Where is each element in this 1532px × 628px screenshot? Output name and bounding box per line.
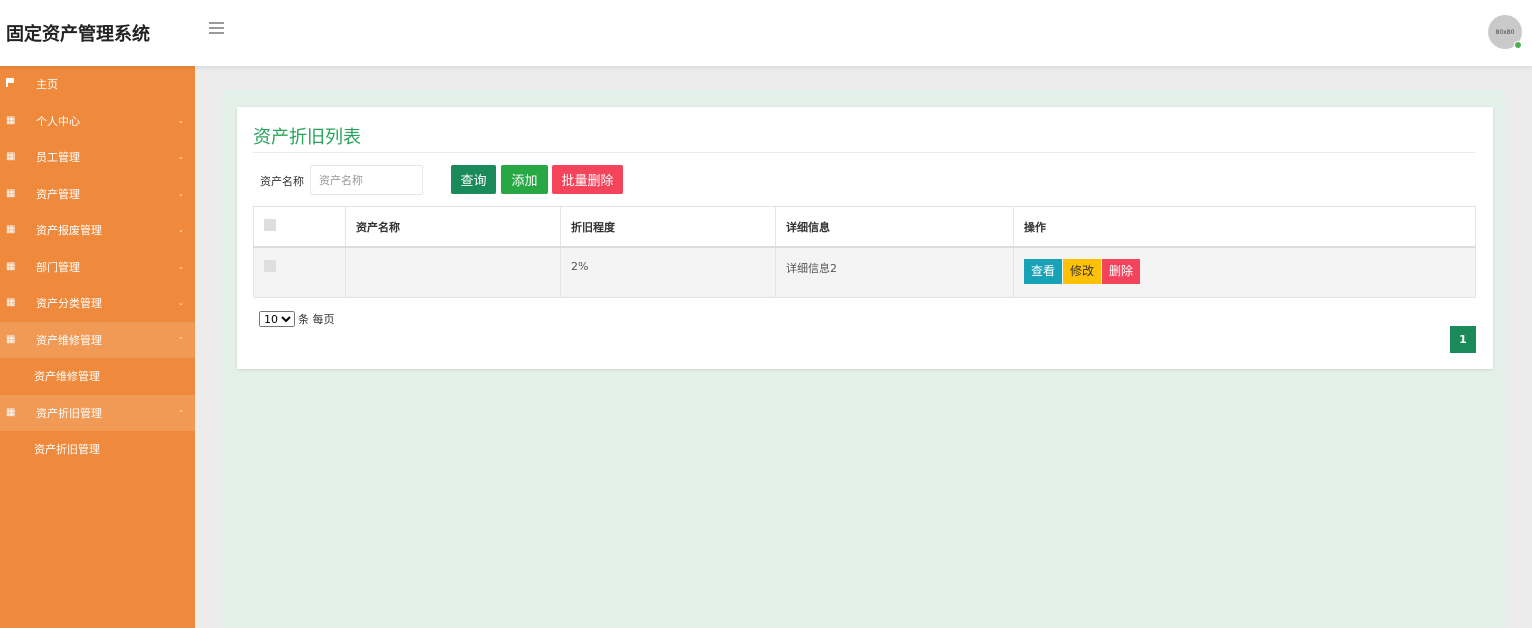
chevron-down-icon: ⌄ [178,116,184,125]
batch-delete-button[interactable]: 批量删除 [552,165,623,194]
chevron-down-icon: ⌄ [178,262,184,271]
detail-cell: 详细信息2 [775,246,1014,298]
search-label: 资产名称 [260,175,304,188]
column-header: 资产名称 [345,206,561,248]
sidebar-item-label: 资产维修管理 [36,333,102,347]
hamburger-menu-icon[interactable] [209,22,224,34]
chevron-up-icon: ⌃ [178,335,184,344]
app-title: 固定资产管理系统 [6,24,150,45]
page-title: 资产折旧列表 [253,127,361,148]
sidebar-item-employee[interactable]: ▦ 员工管理 ⌄ [0,139,195,176]
sidebar-subitem-asset-repair[interactable]: 资产维修管理 [0,358,195,395]
column-header: 折旧程度 [560,206,776,248]
sidebar-item-home[interactable]: 主页 [0,66,195,103]
chevron-up-icon: ⌃ [178,408,184,417]
chevron-down-icon: ⌄ [178,189,184,198]
grid-icon: ▦ [6,224,16,236]
sidebar-item-label: 个人中心 [36,114,80,128]
sidebar-item-label: 主页 [36,78,58,92]
search-input[interactable] [310,165,423,195]
sidebar-item-asset[interactable]: ▦ 资产管理 ⌄ [0,176,195,213]
sidebar-item-label: 部门管理 [36,260,80,274]
sidebar-item-asset-category[interactable]: ▦ 资产分类管理 ⌄ [0,285,195,322]
depreciation-cell: 2% [560,246,776,298]
page-size-control: 10 条 每页 [259,311,335,327]
sidebar: 主页 ▦ 个人中心 ⌄ ▦ 员工管理 ⌄ ▦ 资产管理 ⌄ ▦ 资产报废管理 ⌄… [0,66,195,628]
chevron-down-icon: ⌄ [178,153,184,162]
sidebar-item-personal-center[interactable]: ▦ 个人中心 ⌄ [0,103,195,140]
select-all-header [253,206,346,248]
grid-icon: ▦ [6,260,16,272]
sidebar-item-asset-repair[interactable]: ▦ 资产维修管理 ⌃ [0,321,195,358]
chevron-down-icon: ⌄ [178,226,184,235]
list-card: 资产折旧列表 资产名称 查询 添加 批量删除 资产名称 折旧程度 详细信息 操作… [237,107,1493,369]
page-size-suffix: 条 每页 [298,313,335,326]
title-divider [253,152,1475,153]
table-header-row: 资产名称 折旧程度 详细信息 操作 [253,206,1476,248]
flag-icon [6,78,14,90]
chevron-down-icon: ⌄ [178,299,184,308]
sidebar-item-asset-scrap[interactable]: ▦ 资产报废管理 ⌄ [0,212,195,249]
query-button[interactable]: 查询 [451,165,496,194]
row-select-cell [253,246,346,298]
online-status-dot [1514,41,1522,49]
grid-icon: ▦ [6,151,16,163]
sidebar-subitem-asset-depreciation[interactable]: 资产折旧管理 [0,431,195,468]
grid-icon: ▦ [6,114,16,126]
grid-icon: ▦ [6,297,16,309]
sidebar-item-label: 员工管理 [36,151,80,165]
select-all-checkbox[interactable] [264,219,276,231]
grid-icon: ▦ [6,333,16,345]
delete-button[interactable]: 删除 [1102,259,1141,284]
grid-icon: ▦ [6,187,16,199]
actions-cell: 查看 修改 删除 [1013,246,1476,298]
pagination-page-button[interactable]: 1 [1450,326,1476,353]
asset-name-cell [345,246,561,298]
table-row: 2% 详细信息2 查看 修改 删除 [253,246,1476,298]
column-header: 操作 [1013,206,1476,248]
row-checkbox[interactable] [264,260,276,272]
sidebar-item-label: 资产分类管理 [36,297,102,311]
view-button[interactable]: 查看 [1024,259,1063,284]
grid-icon: ▦ [6,406,16,418]
page-size-select[interactable]: 10 [259,311,295,327]
sidebar-item-label: 资产折旧管理 [36,406,102,420]
edit-button[interactable]: 修改 [1063,259,1102,284]
sidebar-item-department[interactable]: ▦ 部门管理 ⌄ [0,249,195,286]
column-header: 详细信息 [775,206,1014,248]
sidebar-item-asset-depreciation[interactable]: ▦ 资产折旧管理 ⌃ [0,394,195,431]
data-table: 资产名称 折旧程度 详细信息 操作 2% 详细信息2 查看 修改 删除 [253,206,1476,298]
sidebar-item-label: 资产报废管理 [36,224,102,238]
top-header: 固定资产管理系统 80x80 [0,0,1532,66]
add-button[interactable]: 添加 [501,165,548,194]
sidebar-item-label: 资产管理 [36,187,80,201]
